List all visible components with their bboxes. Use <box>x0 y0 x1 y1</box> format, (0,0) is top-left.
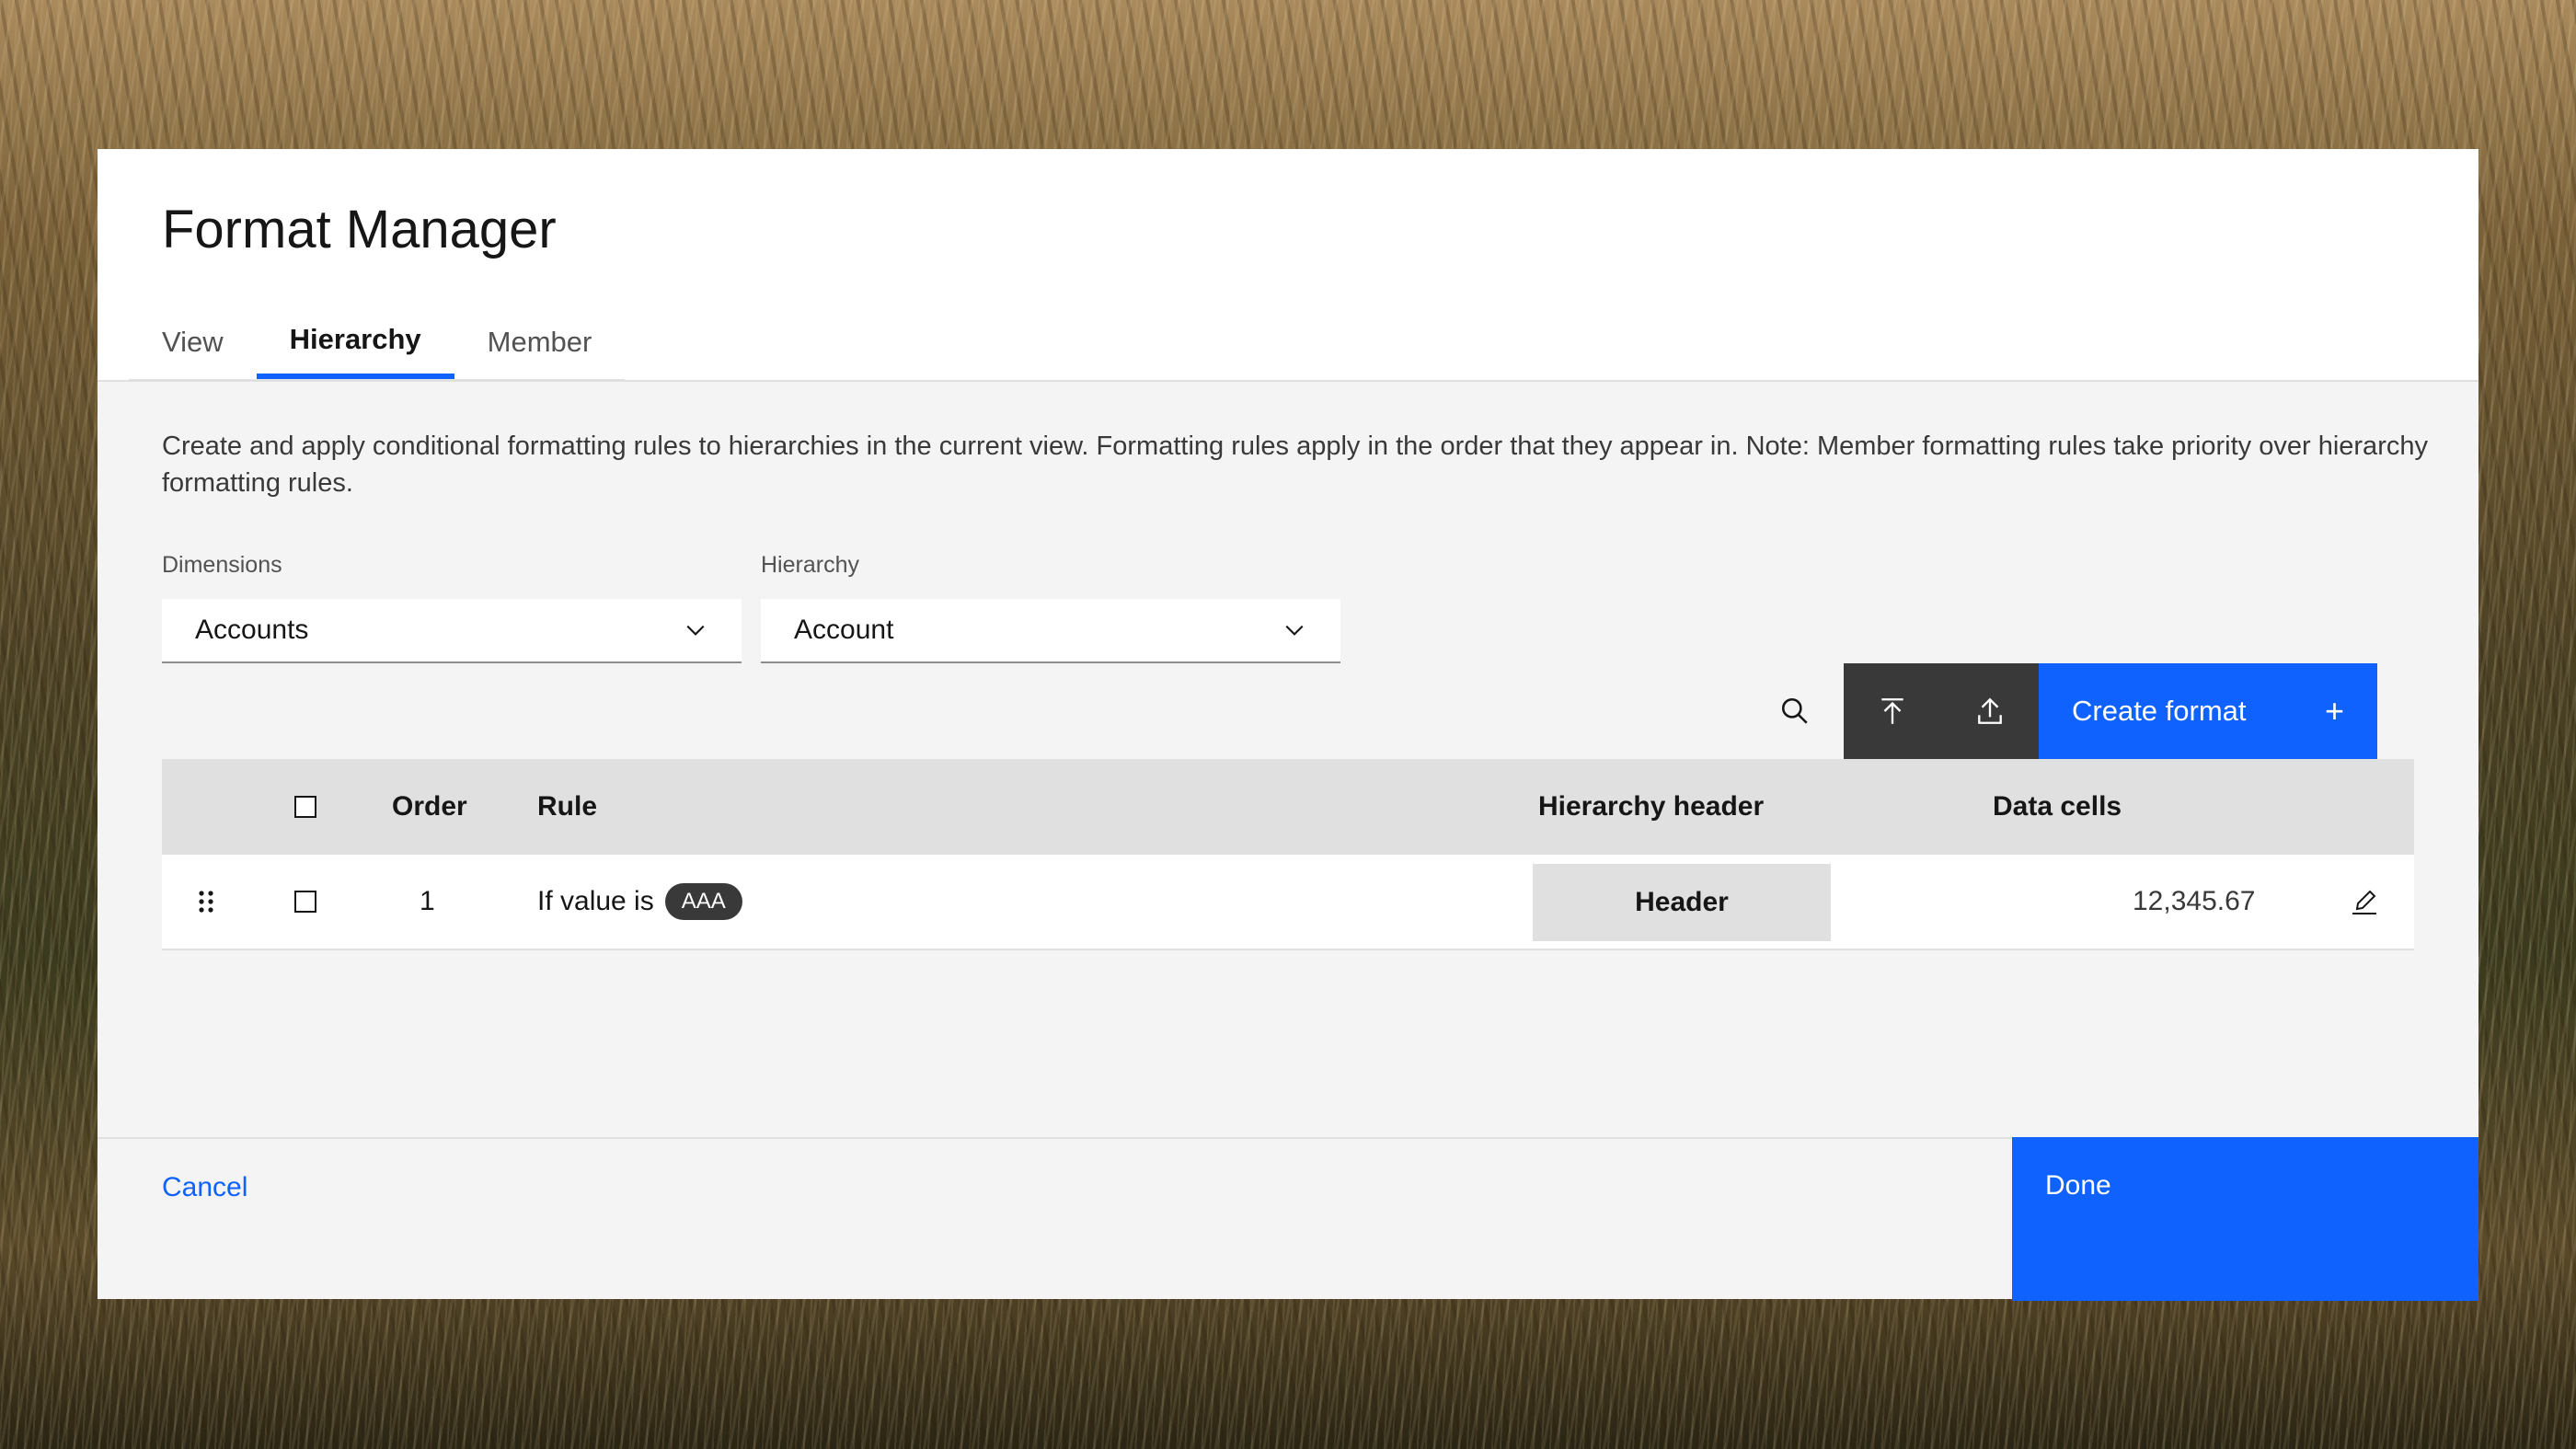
row-checkbox-cell <box>294 855 316 949</box>
table-toolbar: Create format + <box>1746 663 2377 759</box>
description-text: Create and apply conditional formatting … <box>162 431 2428 498</box>
column-header-rule[interactable]: Rule <box>537 759 597 855</box>
hierarchy-dropdown[interactable]: Account <box>761 599 1340 663</box>
tab-member[interactable]: Member <box>454 305 626 379</box>
column-header-order[interactable]: Order <box>392 759 467 855</box>
tab-list: View Hierarchy Member <box>129 305 626 382</box>
data-cells-preview: 12,345.67 <box>2133 886 2256 916</box>
row-checkbox[interactable] <box>294 891 316 913</box>
upload-to-top-icon <box>1881 698 1903 724</box>
select-all-cell <box>294 759 316 855</box>
column-header-data-cells[interactable]: Data cells <box>1993 759 2122 855</box>
upload-to-top-button[interactable] <box>1844 663 1941 759</box>
search-icon <box>1781 697 1808 724</box>
dimensions-value: Accounts <box>195 615 309 645</box>
drag-handle-icon <box>199 891 213 913</box>
drag-handle[interactable] <box>197 855 215 949</box>
hierarchy-value: Account <box>794 615 894 645</box>
done-button[interactable]: Done <box>2012 1137 2478 1301</box>
hierarchy-label: Hierarchy <box>761 552 859 578</box>
column-header-hierarchy-header[interactable]: Hierarchy header <box>1538 759 1764 855</box>
chevron-down-icon <box>1285 625 1304 636</box>
tab-view[interactable]: View <box>129 305 257 379</box>
add-icon: + <box>2324 692 2344 730</box>
cancel-button[interactable]: Cancel <box>162 1172 247 1203</box>
table-header-row: Order Rule Hierarchy header Data cells <box>162 759 2414 855</box>
dimensions-label: Dimensions <box>162 552 282 578</box>
modal-footer: Cancel Done <box>98 1137 2478 1301</box>
rule-value-tag: AAA <box>664 883 742 920</box>
chevron-down-icon <box>686 625 705 636</box>
select-all-checkbox[interactable] <box>294 796 316 818</box>
tab-hierarchy[interactable]: Hierarchy <box>256 305 454 379</box>
modal-title: Format Manager <box>162 200 557 259</box>
edit-button[interactable] <box>2350 855 2379 949</box>
create-format-label: Create format <box>2072 695 2247 727</box>
rules-table: Order Rule Hierarchy header Data cells 1… <box>162 759 2414 950</box>
row-rule: If value is AAA <box>537 855 742 949</box>
dimensions-dropdown[interactable]: Accounts <box>162 599 742 663</box>
header-divider <box>98 380 2478 382</box>
row-order: 1 <box>420 886 435 916</box>
search-button[interactable] <box>1746 663 1844 759</box>
rule-text: If value is <box>537 886 654 916</box>
format-manager-modal: Format Manager View Hierarchy Member Cre… <box>98 149 2478 1301</box>
table-row: 1 If value is AAA Header 12,345.67 <box>162 855 2414 950</box>
upload-button[interactable] <box>1941 663 2039 759</box>
upload-icon <box>1978 697 2002 724</box>
hierarchy-header-preview: Header <box>1533 864 1831 941</box>
modal-header: Format Manager View Hierarchy Member <box>98 149 2478 382</box>
edit-icon <box>2352 890 2376 914</box>
create-format-button[interactable]: Create format + <box>2039 663 2377 759</box>
